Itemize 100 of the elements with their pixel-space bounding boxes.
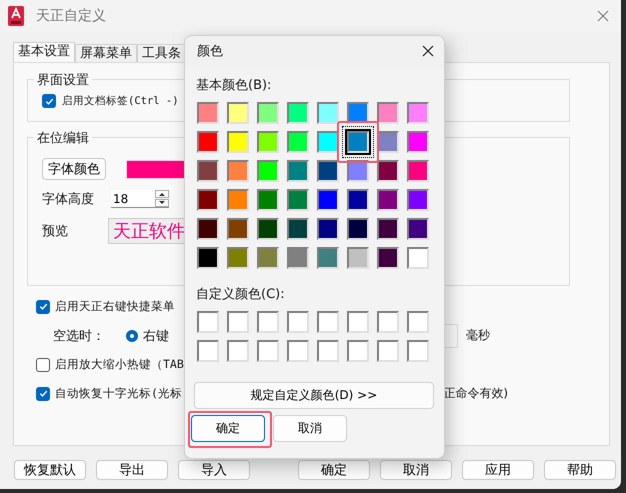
font-color-button[interactable]: 字体颜色 [42, 158, 106, 180]
checkbox[interactable] [36, 300, 50, 314]
custom-color-swatch[interactable] [227, 340, 249, 362]
checkbox[interactable] [36, 386, 50, 400]
tab[interactable]: 屏幕菜单 [75, 44, 137, 62]
custom-color-swatch[interactable] [227, 311, 249, 333]
radio-label: 右键 [143, 328, 169, 344]
color-swatch[interactable] [407, 218, 429, 240]
color-swatch[interactable] [377, 247, 399, 269]
section-label: 基本颜色(B): [196, 77, 272, 94]
custom-color-swatch[interactable] [257, 311, 279, 333]
color-swatch[interactable] [407, 131, 429, 153]
custom-color-swatch[interactable] [287, 311, 309, 333]
custom-color-swatch[interactable] [287, 340, 309, 362]
color-swatch[interactable] [287, 160, 309, 182]
section-label: 自定义颜色(C): [196, 286, 286, 303]
color-swatch[interactable] [197, 131, 219, 153]
custom-color-swatch[interactable] [317, 311, 339, 333]
custom-color-swatch[interactable] [377, 311, 399, 333]
color-swatch[interactable] [287, 247, 309, 269]
color-swatch[interactable] [227, 247, 249, 269]
color-swatch[interactable] [197, 102, 219, 124]
checkbox-label: 启用放大缩小热键（TAB [55, 357, 184, 372]
ok-button[interactable]: 确定 [191, 415, 265, 442]
custom-color-swatch[interactable] [197, 340, 219, 362]
dialog-button[interactable]: 恢复默认 [14, 460, 86, 480]
dialog-button[interactable]: 帮助 [544, 460, 616, 480]
color-swatch[interactable] [287, 218, 309, 240]
color-swatch[interactable] [287, 189, 309, 211]
color-swatch[interactable] [317, 102, 339, 124]
color-swatch[interactable] [407, 102, 429, 124]
custom-color-swatch[interactable] [347, 340, 369, 362]
color-swatch[interactable] [347, 160, 369, 182]
color-swatch[interactable] [257, 102, 279, 124]
color-swatch[interactable] [347, 131, 369, 153]
dialog-button[interactable]: 导出 [96, 460, 168, 480]
group-title: 界面设置 [34, 71, 92, 89]
check-icon [44, 96, 54, 106]
color-swatch[interactable] [197, 189, 219, 211]
custom-color-swatch[interactable] [347, 311, 369, 333]
color-swatch[interactable] [227, 160, 249, 182]
dialog-button[interactable]: 取消 [380, 460, 452, 480]
field-label: 字体高度 [42, 191, 94, 208]
custom-color-swatch[interactable] [377, 340, 399, 362]
custom-color-swatch[interactable] [197, 311, 219, 333]
tab[interactable]: 基本设置 [13, 42, 75, 62]
color-swatch[interactable] [347, 102, 369, 124]
checkbox-label: 自动恢复十字光标(光标 [55, 386, 182, 401]
color-swatch[interactable] [257, 247, 279, 269]
dialog-button[interactable]: 导入 [178, 460, 250, 480]
cancel-button[interactable]: 取消 [273, 415, 347, 442]
color-swatch[interactable] [317, 160, 339, 182]
checkbox[interactable] [36, 358, 50, 372]
color-swatch[interactable] [227, 218, 249, 240]
radio-button[interactable] [126, 330, 138, 342]
color-swatch[interactable] [407, 189, 429, 211]
color-swatch[interactable] [377, 131, 399, 153]
color-swatch[interactable] [257, 160, 279, 182]
color-swatch[interactable] [197, 160, 219, 182]
window-title: 天正自定义 [36, 7, 107, 25]
color-swatch[interactable] [287, 131, 309, 153]
checkbox-label: 启用天正右键快捷菜单 [55, 299, 175, 314]
color-swatch[interactable] [377, 102, 399, 124]
custom-color-swatch[interactable] [257, 340, 279, 362]
option-text: 正命令有效) [443, 385, 508, 402]
check-icon [38, 389, 48, 398]
color-swatch[interactable] [407, 160, 429, 182]
color-swatch[interactable] [257, 131, 279, 153]
tab[interactable]: 工具条 [137, 44, 186, 62]
dialog-button[interactable]: 应用 [462, 460, 534, 480]
define-custom-colors-button[interactable]: 规定自定义颜色(D) >> [194, 382, 434, 409]
color-swatch[interactable] [227, 131, 249, 153]
custom-color-swatch[interactable] [407, 340, 429, 362]
color-swatch[interactable] [377, 160, 399, 182]
color-swatch[interactable] [317, 247, 339, 269]
color-swatch[interactable] [287, 102, 309, 124]
color-swatch[interactable] [257, 218, 279, 240]
color-swatch[interactable] [347, 218, 369, 240]
color-swatch[interactable] [377, 218, 399, 240]
option-label: 空选时： [53, 328, 105, 344]
color-swatch[interactable] [347, 247, 369, 269]
field-label: 预览 [42, 223, 68, 240]
color-swatch[interactable] [377, 189, 399, 211]
color-swatch[interactable] [257, 189, 279, 211]
custom-color-swatch[interactable] [407, 311, 429, 333]
dialog-button[interactable]: 确定 [298, 460, 370, 480]
color-swatch[interactable] [227, 102, 249, 124]
color-swatch[interactable] [197, 247, 219, 269]
close-icon[interactable] [422, 45, 434, 57]
custom-color-swatch[interactable] [317, 340, 339, 362]
dialog-title: 颜色 [197, 43, 223, 60]
color-swatch[interactable] [347, 189, 369, 211]
color-swatch[interactable] [317, 131, 339, 153]
color-swatch[interactable] [227, 189, 249, 211]
color-swatch[interactable] [197, 218, 219, 240]
color-swatch[interactable] [407, 247, 429, 269]
color-swatch[interactable] [317, 218, 339, 240]
checkbox[interactable] [42, 94, 56, 108]
color-swatch[interactable] [317, 189, 339, 211]
group-title: 在位编辑 [34, 129, 92, 147]
